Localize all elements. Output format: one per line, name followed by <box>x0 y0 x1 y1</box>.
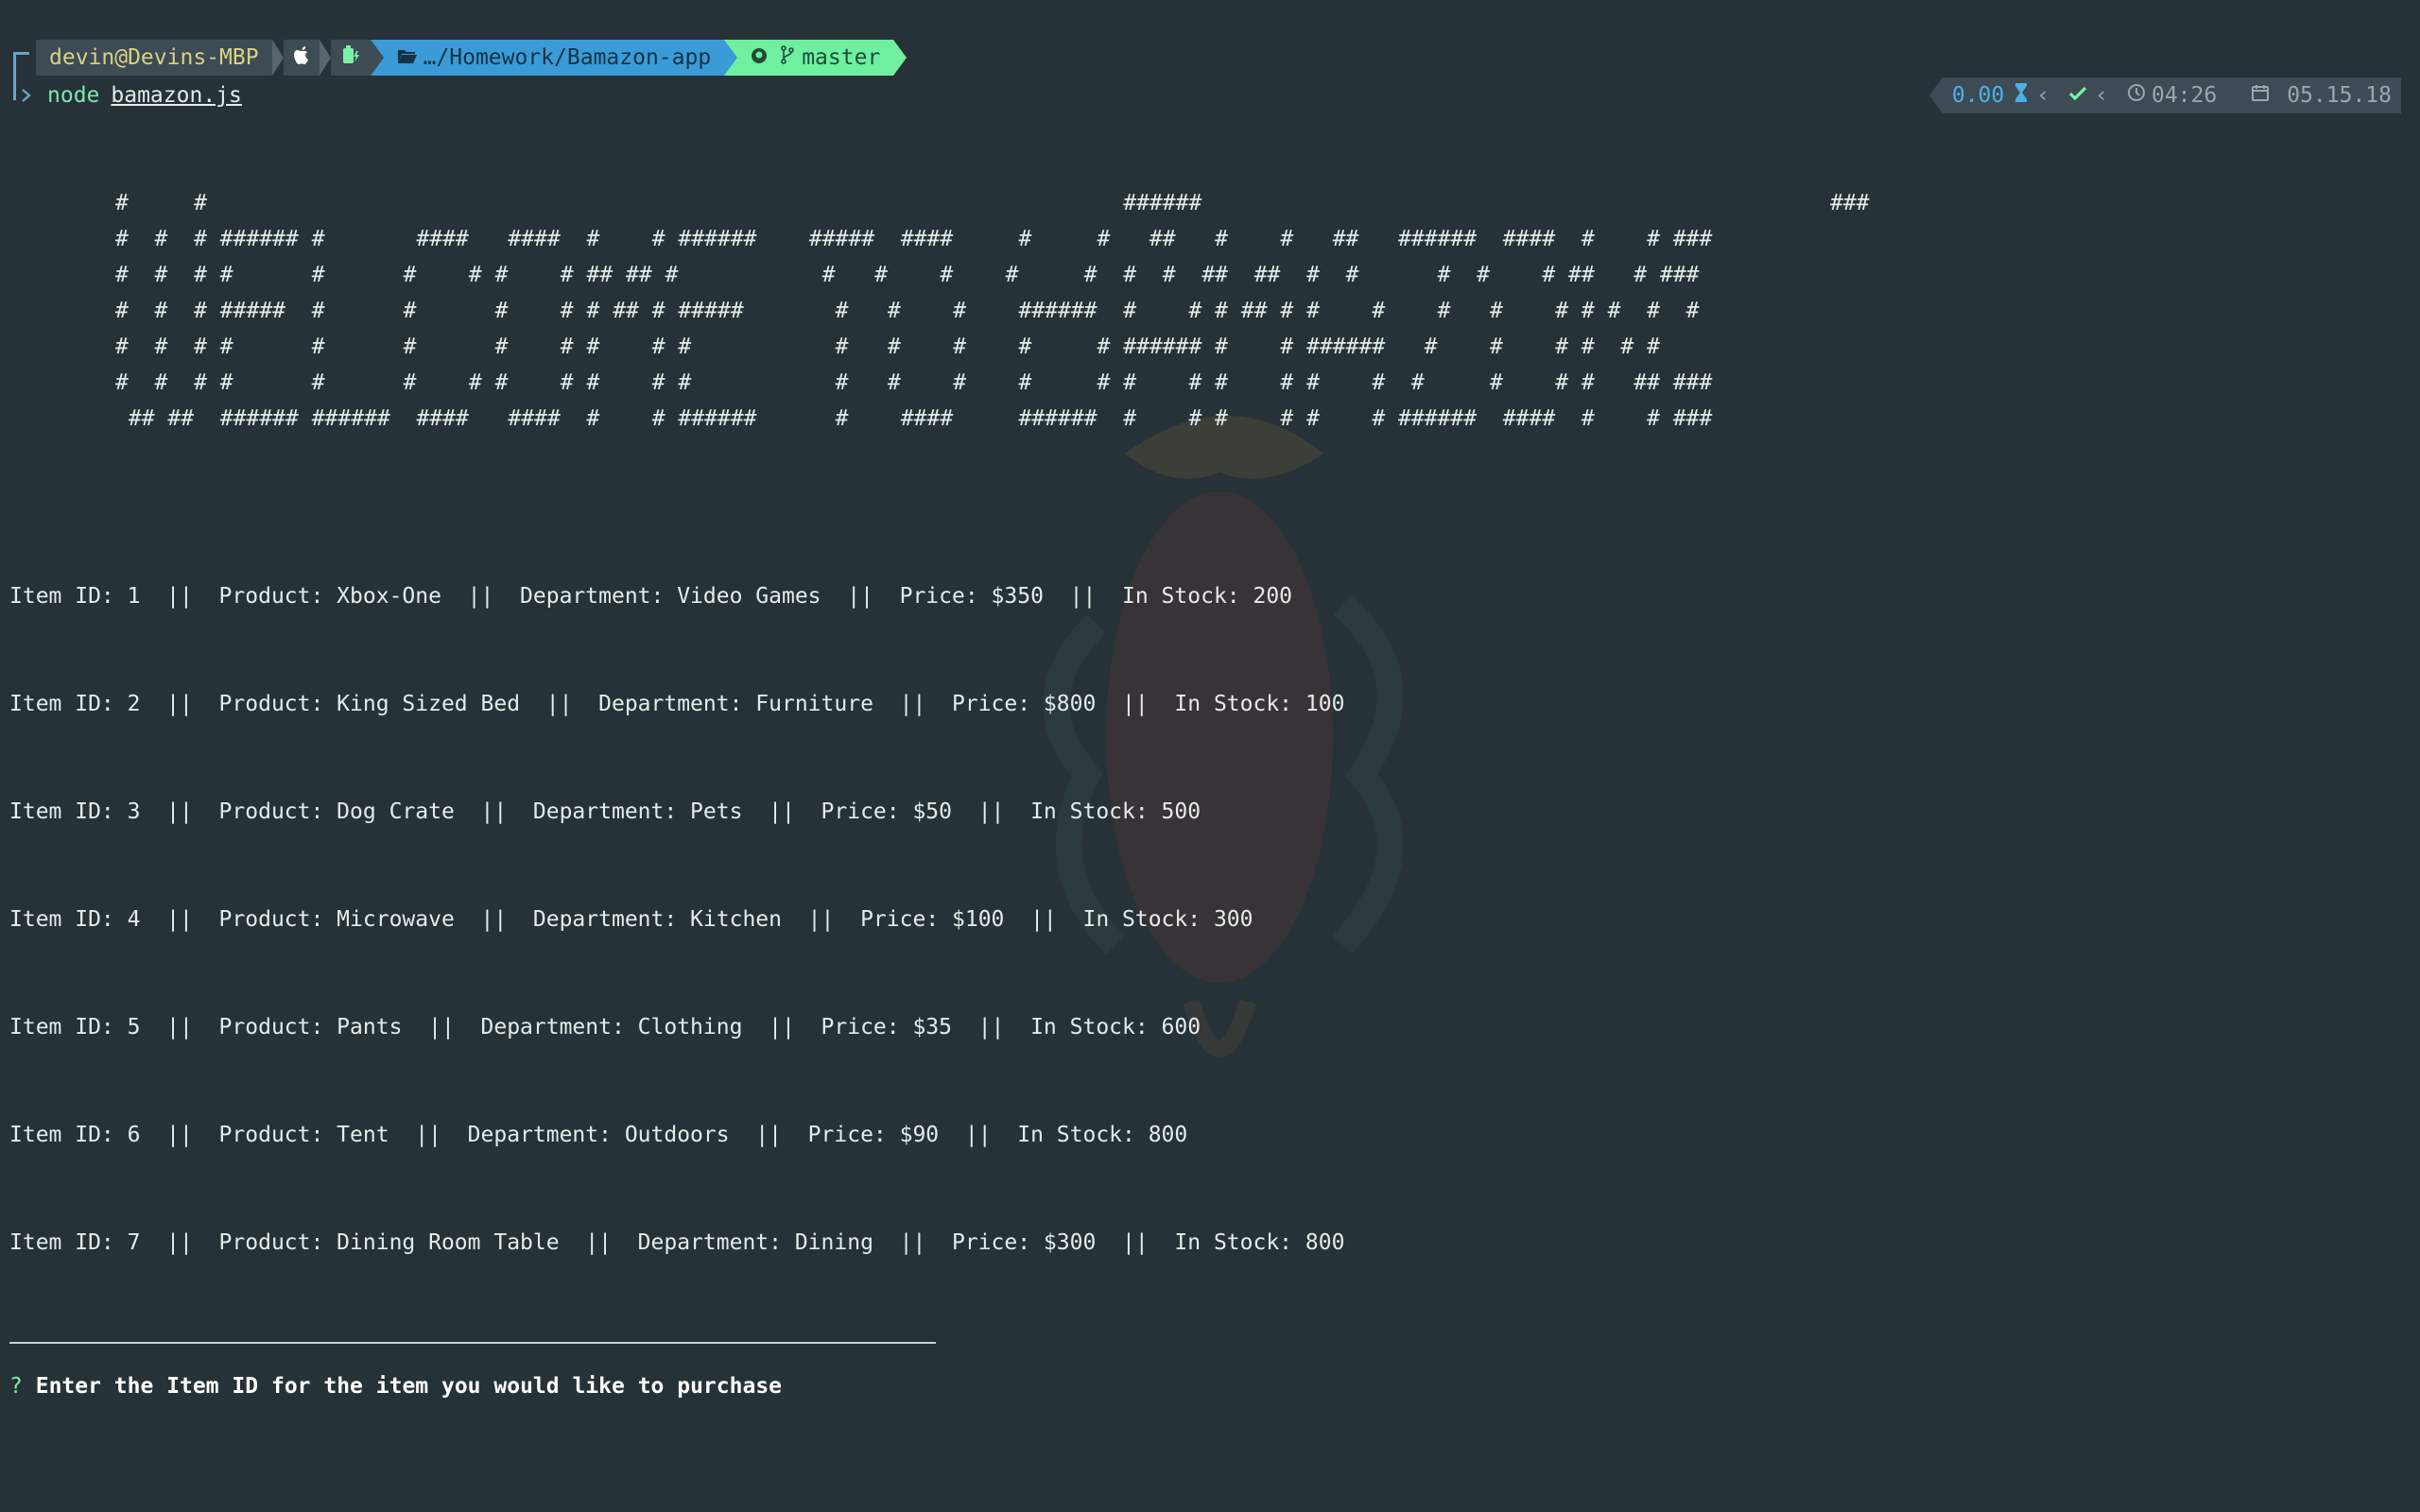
hourglass-icon <box>2014 82 2029 109</box>
banner-line: # # # ##### # # # # # ## # ##### # # # #… <box>115 299 1700 323</box>
status-arrow <box>1928 77 1943 113</box>
right-status-bar: 0.00 ‹ ‹ 04:26 05.15.18 <box>1928 77 2401 113</box>
segment-arrow <box>370 40 384 76</box>
git-branch-icon <box>781 45 795 70</box>
git-segment: master <box>737 40 894 76</box>
banner-line: # # # ###### # #### #### # # ###### ####… <box>115 227 1713 251</box>
os-segment <box>283 40 320 76</box>
segment-arrow-end <box>893 40 908 76</box>
exit-status-segment: ‹ <box>2059 77 2118 113</box>
directory-segment: …/Homework/Bamazon-app <box>383 40 725 76</box>
user-host-text: devin@Devins-MBP <box>49 45 259 70</box>
date-segment: 05.15.18 <box>2226 77 2401 113</box>
item-row: Item ID: 4 || Product: Microwave || Depa… <box>9 907 1253 932</box>
check-icon <box>2068 83 2087 108</box>
battery-charging-icon <box>340 44 361 71</box>
prompt-segments: devin@Devins-MBP …/Homework/Bamazon-app … <box>36 40 908 76</box>
command-name: node <box>47 83 100 108</box>
segment-separator: ‹ <box>2095 83 2108 108</box>
question-text: Enter the Item ID for the item you would… <box>35 1374 783 1399</box>
segment-separator: ‹ <box>2036 83 2050 108</box>
banner-line: ## ## ###### ###### #### #### # # ######… <box>115 406 1713 431</box>
apple-icon <box>293 44 310 71</box>
item-row: Item ID: 3 || Product: Dog Crate || Depa… <box>9 799 1201 824</box>
time-segment: 04:26 <box>2117 77 2227 113</box>
banner-line: # # ###### ### <box>115 191 1870 215</box>
branch-name: master <box>802 45 881 70</box>
exec-time-segment: 0.00 ‹ <box>1942 77 2060 113</box>
github-icon <box>751 45 768 70</box>
item-row: Item ID: 1 || Product: Xbox-One || Depar… <box>9 584 1293 609</box>
time-text: 04:26 <box>2151 83 2218 108</box>
folder-open-icon <box>397 45 418 70</box>
exec-time-text: 0.00 <box>1951 83 2005 108</box>
item-row: Item ID: 7 || Product: Dining Room Table… <box>9 1230 1345 1255</box>
segment-separator <box>319 40 331 76</box>
command-argument: bamazon.js <box>111 83 242 108</box>
banner-line: # # # # # # # # # ## ## # # # # # # # # … <box>115 263 1700 287</box>
purchase-prompt[interactable]: ? Enter the Item ID for the item you wou… <box>9 1368 782 1404</box>
segment-arrow <box>724 40 738 76</box>
directory-path: …/Homework/Bamazon-app <box>423 45 712 70</box>
banner-line: # # # # # # # # # # # # # # # # # # # # … <box>115 370 1713 395</box>
banner-line: # # # # # # # # # # # # # # # # ###### #… <box>115 335 1660 359</box>
clock-icon <box>2127 83 2146 108</box>
ascii-banner: # # ###### ### # # # ###### # #### #### … <box>115 185 1870 437</box>
user-host-segment: devin@Devins-MBP <box>36 40 272 76</box>
date-text: 05.15.18 <box>2287 83 2392 108</box>
item-row: Item ID: 2 || Product: King Sized Bed ||… <box>9 692 1345 716</box>
item-row: Item ID: 6 || Product: Tent || Departmen… <box>9 1123 1188 1147</box>
question-mark: ? <box>9 1374 23 1399</box>
prompt-chevron-icon <box>21 83 32 108</box>
command-line: node bamazon.js <box>21 77 242 113</box>
battery-segment <box>330 40 371 76</box>
item-row: Item ID: 5 || Product: Pants || Departme… <box>9 1015 1201 1040</box>
calendar-icon <box>2251 83 2270 108</box>
divider-line <box>9 1342 936 1344</box>
segment-separator <box>271 40 284 76</box>
